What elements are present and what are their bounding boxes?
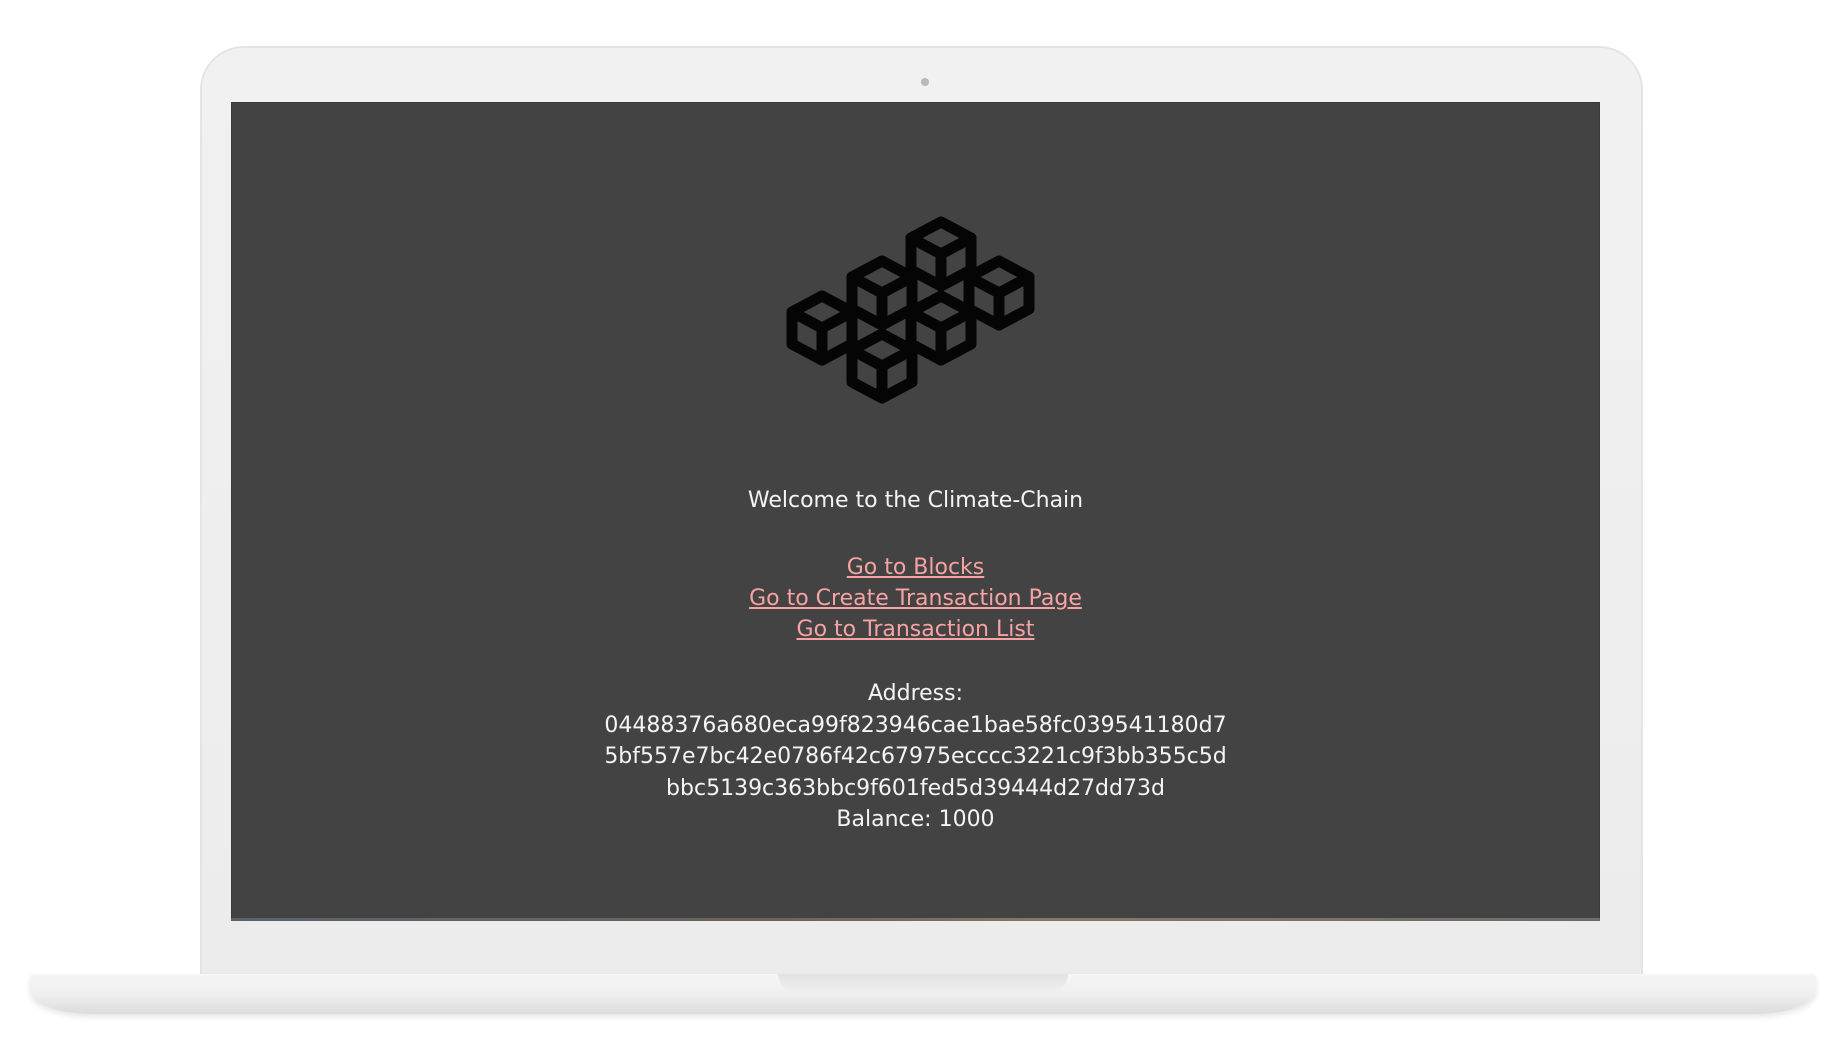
lid-opening-notch [778,974,1068,992]
address-label: Address: [867,681,964,706]
webcam-dot [921,78,929,86]
laptop-base [30,974,1816,1014]
go-to-create-transaction-link[interactable]: Go to Create Transaction Page [231,583,1600,614]
account-info: Address: 04488376a680eca99f823946cae1bae… [231,678,1600,836]
balance-text: Balance: 1000 [836,807,995,832]
address-line-2: 5bf557e7bc42e0786f42c67975ecccc3221c9f3b… [604,744,1227,769]
nav-links: Go to Blocks Go to Create Transaction Pa… [231,552,1600,645]
blockchain-cubes-icon [786,216,1035,404]
go-to-transaction-list-link[interactable]: Go to Transaction List [231,614,1600,645]
welcome-heading: Welcome to the Climate-Chain [747,488,1084,513]
screen-bottom-edge [231,918,1600,921]
laptop-screen: Welcome to the Climate-Chain Go to Block… [231,102,1600,921]
go-to-blocks-link[interactable]: Go to Blocks [231,552,1600,583]
laptop-mockup: Welcome to the Climate-Chain Go to Block… [0,0,1842,1064]
address-line-3: bbc5139c363bbc9f601fed5d39444d27dd73d [666,775,1165,801]
address-line-1: 04488376a680eca99f823946cae1bae58fc03954… [604,712,1227,738]
